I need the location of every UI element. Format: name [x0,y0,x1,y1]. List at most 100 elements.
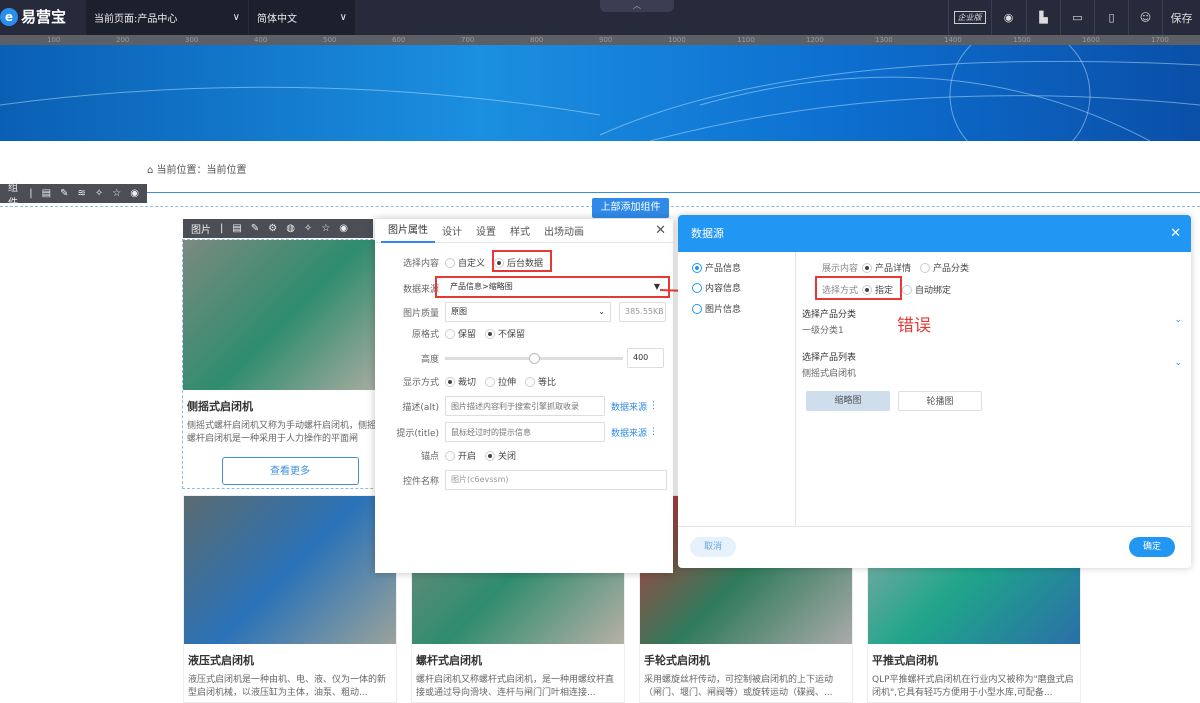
tab-design[interactable]: 设计 [435,223,469,238]
highlight-box [492,250,552,272]
ruler-tick: 800 [530,36,544,44]
star-icon[interactable]: ☆ [112,188,121,199]
collapse-toggle[interactable]: ︿ [600,0,674,12]
close-icon[interactable]: ✕ [1170,215,1181,252]
data-source-link[interactable]: 数据来源 [611,400,647,413]
ruler-tick: 400 [254,36,268,44]
logo-icon: e [0,7,18,26]
radio-image-info[interactable]: 图片信息 [692,302,741,315]
home-icon: ⌂ [147,165,157,176]
eye-icon[interactable]: ◉ [130,188,139,199]
desktop-icon[interactable]: ▭ [1060,0,1094,35]
ruler-tick: 1200 [806,36,824,44]
carousel-button[interactable]: 轮播图 [898,391,982,411]
chevron-down-icon: ⌄ [598,307,605,316]
ruler-tick: 1600 [1082,36,1100,44]
divider [0,192,1200,193]
tab-style[interactable]: 样式 [503,223,537,238]
tab-image-properties[interactable]: 图片属性 [381,219,435,243]
product-image[interactable] [184,496,396,644]
image-properties-panel: 图片属性 设计 设置 样式 出场动画 ✕ 选择内容 自定义 后台数据 数据来源 产品信… [375,219,673,573]
close-icon[interactable]: ✕ [648,223,673,238]
tab-settings[interactable]: 设置 [469,223,503,238]
add-top-component-button[interactable]: 上部添加组件 [592,198,669,218]
language-select[interactable]: 简体中文 ∨ [249,0,355,35]
radio-ratio[interactable]: 等比 [525,375,556,388]
product-card[interactable]: 侧摇式启闭机 侧摇式螺杆启闭机又称为手动螺杆启闭机，侧摇式螺杆启闭机是一种采用于… [182,239,398,489]
radio-anchor-on[interactable]: 开启 [445,449,476,462]
radio-keep[interactable]: 保留 [445,327,476,340]
ruler: 100 200 300 400 500 600 700 800 900 1000 1100 1200 1… [0,35,1200,45]
style-icon[interactable]: ✎ [251,223,259,234]
divider [795,252,796,526]
tree-icon[interactable]: ⋮ [649,401,658,411]
star-icon[interactable]: ☆ [321,223,330,234]
radio-product-category[interactable]: 产品分类 [920,261,969,274]
breadcrumb: ⌂ 当前位置：当前位置 [147,165,247,176]
radio-auto-bind[interactable]: 自动绑定 [902,283,951,296]
network-graphic [0,45,1200,141]
align-icon[interactable]: ▙ [1026,0,1060,35]
tab-animation[interactable]: 出场动画 [537,223,591,238]
ruler-tick: 1000 [668,36,686,44]
confirm-button[interactable]: 确定 [1129,537,1175,557]
ruler-tick: 200 [116,36,130,44]
panel-tabs: 图片属性 设计 设置 样式 出场动画 ✕ [375,219,673,243]
product-card[interactable]: 液压式启闭机 液压式启闭机是一种由机、电、液、仪为一体的新型启闭机械，以液压缸为主… [183,495,397,703]
edit-icon[interactable]: ▤ [232,223,241,234]
page-select[interactable]: 当前页面:产品中心 ∨ [86,0,248,35]
eye-icon[interactable]: ◉ [339,223,348,234]
top-bar: e 易营宝 当前页面:产品中心 ∨ 简体中文 ∨ ︿ 企业版 ◉ ▙ ▭ ▯ ☺ 保存 [0,0,1200,35]
ruler-tick: 1700 [1151,36,1169,44]
save-button[interactable]: 保存 [1162,0,1200,35]
style-icon[interactable]: ✎ [60,188,68,199]
ruler-tick: 1400 [944,36,962,44]
mobile-icon[interactable]: ▯ [1094,0,1128,35]
product-list-select[interactable]: 选择产品列表 侧摇式启闭机 ⌄ [802,350,1182,379]
magic-icon[interactable]: ✧ [95,188,103,199]
height-input[interactable]: 400 [627,348,664,368]
control-name-input[interactable]: 图片(c6evssm) [445,470,667,490]
ruler-tick: 1300 [875,36,893,44]
preview-icon[interactable]: ◉ [991,0,1025,35]
thumbnail-button[interactable]: 缩略图 [806,391,890,411]
alt-input[interactable] [445,396,605,416]
radio-content-info[interactable]: 内容信息 [692,281,741,294]
cancel-button[interactable]: 取消 [690,537,736,557]
ruler-tick: 1100 [737,36,755,44]
radio-stretch[interactable]: 拉伸 [485,375,516,388]
radio-crop[interactable]: 裁切 [445,375,476,388]
data-source-dialog: 数据源 ✕ 产品信息 内容信息 图片信息 展示内容 产品详情 产品分类 选择方式 指定自… [678,215,1191,568]
support-icon[interactable]: ☺ [1128,0,1162,35]
category-select[interactable]: 选择产品分类 一级分类1 ⌄ [802,307,1182,336]
ruler-tick: 500 [323,36,337,44]
chevron-down-icon: ∨ [232,12,240,23]
magic-icon[interactable]: ✧ [304,223,312,234]
title-input[interactable] [445,422,605,442]
chevron-down-icon: ⌄ [1174,358,1182,368]
logo: e 易营宝 [0,6,66,27]
data-source-link[interactable]: 数据来源 [611,426,647,439]
image-quality-select[interactable]: 原图 ⌄ [445,302,611,322]
gear-icon[interactable]: ⚙ [268,223,277,234]
error-annotation: 错误 [897,316,931,336]
edit-icon[interactable]: ▤ [42,188,51,199]
ruler-tick: 600 [392,36,406,44]
tree-icon[interactable]: ⋮ [649,427,658,437]
radio-product-info[interactable]: 产品信息 [692,261,741,274]
radio-product-detail[interactable]: 产品详情 [862,261,911,274]
image-toolbar: 图片 | ▤ ✎ ⚙ ◍ ✧ ☆ ◉ [183,219,373,238]
radio-not-keep[interactable]: 不保留 [485,327,525,340]
product-image[interactable] [183,240,397,390]
view-more-button[interactable]: 查看更多 [221,457,359,485]
palette-icon[interactable]: ◍ [286,223,295,234]
radio-anchor-off[interactable]: 关闭 [485,449,516,462]
banner-image [0,45,1200,141]
height-slider[interactable] [445,352,623,364]
edition-badge: 企业版 [948,0,990,35]
ruler-tick: 300 [185,36,199,44]
slider-handle[interactable] [529,352,540,364]
highlight-box [435,276,670,298]
radio-custom[interactable]: 自定义 [445,256,485,269]
layers-icon[interactable]: ≋ [78,188,86,199]
